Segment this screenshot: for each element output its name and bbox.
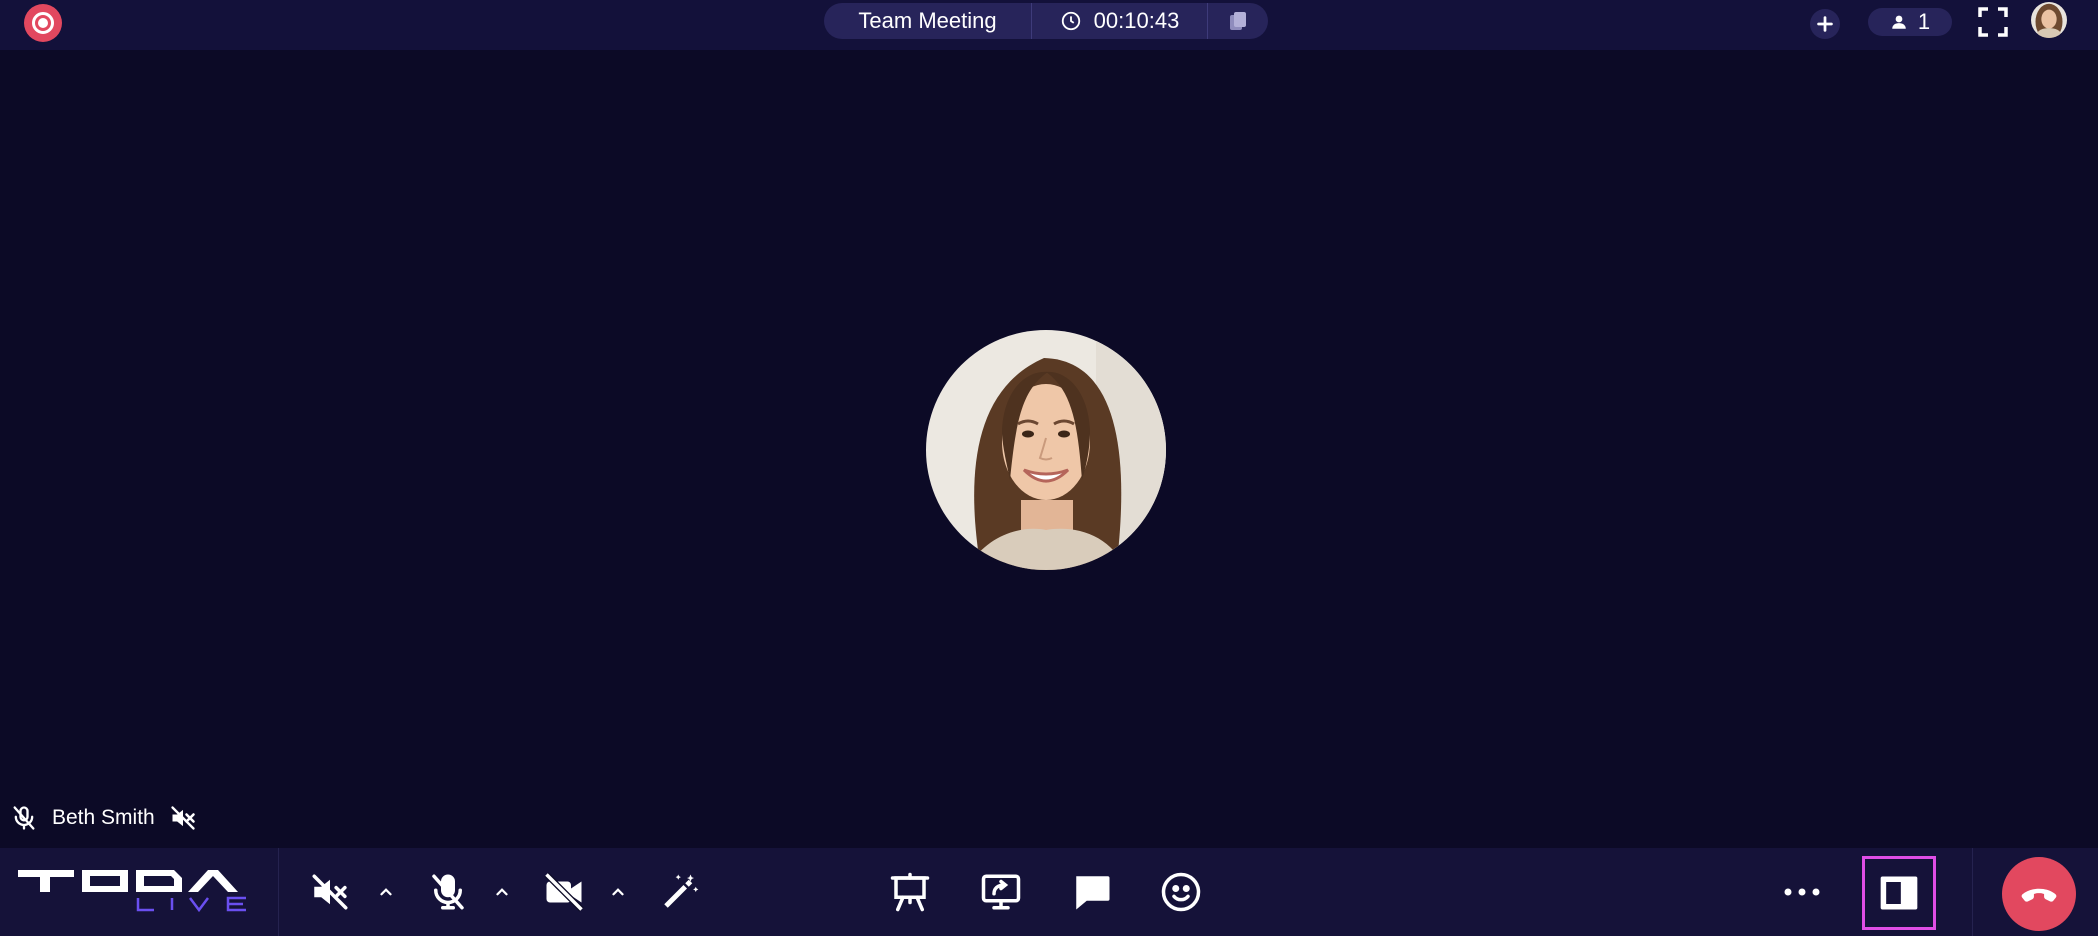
speaker-muted-icon [312, 874, 348, 910]
chat-button[interactable] [1068, 868, 1116, 916]
self-avatar[interactable] [2031, 2, 2067, 38]
record-button[interactable] [24, 4, 62, 42]
meeting-timer: 00:10:43 [1032, 3, 1208, 39]
effects-button[interactable] [656, 868, 704, 916]
chevron-up-icon [380, 888, 392, 896]
divider [1972, 848, 1973, 936]
screen-share-button[interactable] [977, 868, 1025, 916]
participant-name: Beth Smith [52, 806, 155, 829]
elapsed-time: 00:10:43 [1093, 8, 1180, 33]
meeting-title: Team Meeting [824, 3, 1032, 39]
participant-count: 1 [1917, 9, 1931, 34]
participant-name-tag: Beth Smith [10, 800, 197, 836]
smiley-icon [1161, 872, 1201, 912]
mic-muted-icon [432, 874, 464, 910]
hang-up-icon [2021, 888, 2057, 902]
more-options-button[interactable] [1778, 868, 1826, 916]
leave-call-button[interactable] [2002, 857, 2076, 931]
speaker-options-button[interactable] [374, 880, 398, 904]
top-bar: Team Meeting 00:10:43 1 [0, 0, 2098, 50]
copy-link-button[interactable] [1208, 9, 1268, 33]
participant-avatar [926, 330, 1166, 570]
fullscreen-button[interactable] [1977, 6, 2009, 38]
side-panel-icon [1880, 876, 1918, 910]
copy-icon [1230, 12, 1246, 30]
mic-muted-icon [13, 806, 35, 830]
camera-options-button[interactable] [606, 880, 630, 904]
clock-icon [1061, 11, 1080, 31]
speaker-muted-icon [171, 806, 195, 830]
control-bar [0, 848, 2098, 936]
mic-toggle-button[interactable] [424, 868, 472, 916]
side-panel-toggle-button[interactable] [1862, 856, 1936, 930]
whiteboard-button[interactable] [886, 868, 934, 916]
speaker-toggle-button[interactable] [306, 868, 354, 916]
participants-button[interactable]: 1 [1868, 8, 1952, 36]
meeting-info-pill: Team Meeting 00:10:43 [824, 3, 1268, 39]
chevron-up-icon [612, 888, 624, 896]
plus-icon [1817, 16, 1833, 32]
add-participant-button[interactable] [1810, 9, 1840, 39]
fullscreen-icon [1978, 7, 2008, 37]
magic-wand-icon [664, 874, 699, 908]
divider [278, 848, 279, 936]
reactions-button[interactable] [1157, 868, 1205, 916]
toda-live-logo [16, 870, 250, 920]
whiteboard-icon [890, 872, 930, 912]
more-dots-icon [1784, 888, 1820, 896]
person-icon [1892, 15, 1906, 29]
chat-icon [1076, 876, 1110, 910]
mic-options-button[interactable] [490, 880, 514, 904]
record-icon [32, 12, 54, 34]
screen-share-icon [981, 874, 1021, 910]
camera-toggle-button[interactable] [540, 868, 588, 916]
chevron-up-icon [496, 888, 508, 896]
video-off-icon [544, 872, 584, 912]
